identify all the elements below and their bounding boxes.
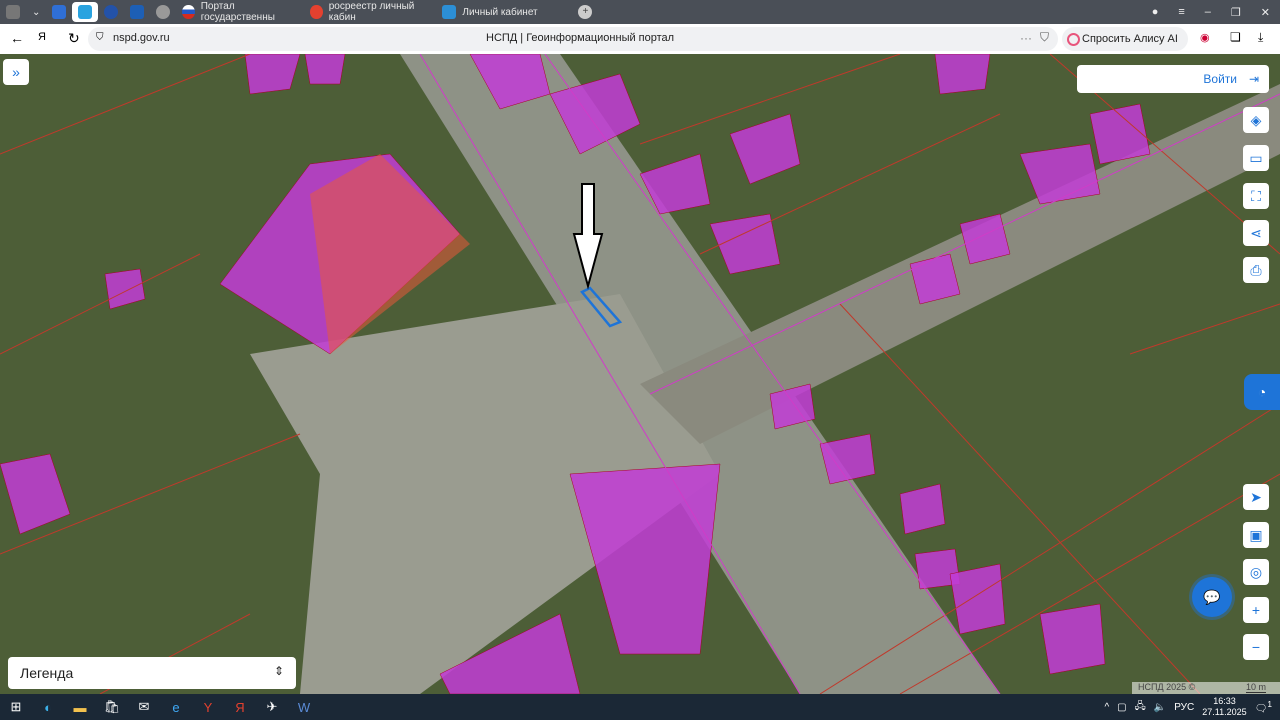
geo-search-button[interactable]: ◎ (1243, 559, 1269, 585)
notifications-icon[interactable]: 🗨1 (1255, 699, 1272, 714)
chat-bubble-icon: ◔ (1257, 384, 1267, 400)
account-icon[interactable]: ● (1152, 6, 1159, 19)
ask-alice-button[interactable]: Спросить Алису AI (1062, 27, 1188, 51)
word-icon[interactable]: W (288, 700, 320, 715)
browser-tab-bar: ⌄ Портал государственны росреестр личный… (0, 0, 1280, 24)
clock[interactable]: 16:33 27.11.2025 (1202, 696, 1246, 718)
system-tray: ^ ▢ 🖧 🔈 РУС 16:33 27.11.2025 🗨1 (1104, 694, 1280, 720)
profile-button[interactable] (0, 2, 26, 22)
plus-icon: + (578, 5, 593, 19)
scale-bar: 10 m (1245, 682, 1266, 693)
reload-icon[interactable]: ↻ (68, 30, 80, 47)
rosreestr-icon (442, 5, 457, 19)
tabs-dropdown[interactable]: ⌄ (26, 2, 46, 22)
login-button[interactable]: Войти ⇥ (1077, 65, 1269, 93)
share-icon: ⋖ (1250, 224, 1262, 241)
pinned-tab-mail[interactable] (46, 2, 72, 22)
ruler-icon: ▭ (1249, 149, 1263, 166)
store-icon[interactable]: 🛍 (96, 699, 128, 715)
address-bar: ← Я ↻ ⛉ nspd.gov.ru НСПД | Геоинформацио… (0, 24, 1280, 54)
app-icon[interactable]: ✈ (256, 699, 288, 715)
zoom-in-button[interactable]: + (1243, 597, 1269, 623)
map-canvas[interactable]: » Войти ⇥ ◈ ▭ ⛶ ⋖ ⎙ ◔ ➤ ▣ ◎ 💬 + − Легенда… (0, 54, 1280, 694)
back-icon[interactable]: ← (10, 30, 24, 46)
more-icon[interactable]: ··· (1020, 31, 1032, 45)
pinned-tab-active[interactable] (72, 2, 99, 22)
map-attribution: НСПД 2025 © 10 m (1132, 682, 1280, 694)
mail-icon[interactable]: ✉ (128, 699, 160, 715)
chevron-updown-icon: ⇕ (273, 664, 284, 678)
pinned-tab-globe[interactable] (98, 2, 124, 22)
chat-icon: 💬 (1203, 588, 1221, 605)
layers-button[interactable]: ◈ (1243, 107, 1269, 133)
menu-icon[interactable]: ≡ (1178, 6, 1184, 19)
start-icon[interactable]: ⊞ (0, 699, 32, 715)
edge-icon[interactable]: ◐ (32, 700, 64, 715)
tab-personal-account[interactable]: Личный кабинет (436, 2, 572, 22)
file-explorer-icon[interactable]: ▬ (64, 700, 96, 715)
page-title: НСПД | Геоинформационный портал (486, 32, 675, 44)
minimize-button[interactable]: – (1205, 6, 1211, 19)
print-button[interactable]: ⎙ (1243, 257, 1269, 283)
expand-panel-button[interactable]: » (3, 59, 29, 85)
volume-icon[interactable]: 🔈 (1154, 702, 1166, 713)
minimap-icon: ▣ (1249, 526, 1263, 543)
yandex-home-icon[interactable]: Я (38, 31, 46, 43)
yandex-icon[interactable]: Я (224, 700, 256, 715)
locate-button[interactable]: ➤ (1243, 484, 1269, 510)
gosuslugi-icon (182, 5, 195, 19)
tab-rosreestr-search[interactable]: росреестр личный кабин (304, 1, 436, 23)
close-button[interactable]: ✕ (1261, 6, 1270, 19)
plus-icon: + (1251, 602, 1261, 618)
shield-icon: ⛉ (96, 32, 104, 43)
meet-icon[interactable]: ▢ (1117, 702, 1126, 713)
map-layer (0, 54, 1280, 694)
bookmark-icon[interactable]: ⛉ (1040, 30, 1049, 45)
language-indicator[interactable]: РУС (1174, 702, 1194, 713)
legend-dropdown[interactable]: Легенда ⇕ (8, 657, 296, 689)
extension-icon[interactable]: ◉ (1200, 31, 1210, 44)
tray-expand-icon[interactable]: ^ (1104, 702, 1109, 713)
print-icon: ⎙ (1250, 261, 1262, 278)
zoom-out-button[interactable]: − (1243, 634, 1269, 660)
restore-button[interactable]: ❐ (1231, 6, 1241, 19)
yandex-icon (310, 5, 323, 19)
login-icon: ⇥ (1248, 72, 1259, 86)
chat-button[interactable]: 💬 (1192, 577, 1232, 617)
sidebar-icon[interactable]: ❏ (1230, 30, 1241, 44)
minus-icon: − (1251, 639, 1261, 655)
minimap-button[interactable]: ▣ (1243, 522, 1269, 548)
windows-taskbar: ⊞ ◐ ▬ 🛍 ✉ e Y Я ✈ W ^ ▢ 🖧 🔈 РУС 16:33 27.… (0, 694, 1280, 720)
pinned-tab-05[interactable] (124, 2, 150, 22)
ie-icon[interactable]: e (160, 700, 192, 715)
share-button[interactable]: ⋖ (1243, 220, 1269, 246)
download-icon[interactable]: ⤓ (1258, 30, 1263, 45)
new-tab-button[interactable]: + (572, 2, 598, 22)
feedback-side-button[interactable]: ◔ (1244, 374, 1280, 410)
layers-icon: ◈ (1250, 111, 1262, 128)
url-text[interactable]: nspd.gov.ru (113, 32, 170, 44)
navigation-icon: ➤ (1250, 488, 1262, 505)
tab-gosuslugi[interactable]: Портал государственны (176, 1, 304, 23)
double-chevron-right-icon: » (12, 64, 20, 80)
pinned-tab-gear[interactable] (150, 2, 176, 22)
ruler-button[interactable]: ▭ (1243, 145, 1269, 171)
select-area-icon: ⛶ (1251, 187, 1261, 204)
network-icon[interactable]: 🖧 (1135, 699, 1146, 716)
yandex-browser-icon[interactable]: Y (192, 700, 224, 715)
select-area-button[interactable]: ⛶ (1243, 183, 1269, 209)
geo-search-icon: ◎ (1249, 563, 1263, 580)
